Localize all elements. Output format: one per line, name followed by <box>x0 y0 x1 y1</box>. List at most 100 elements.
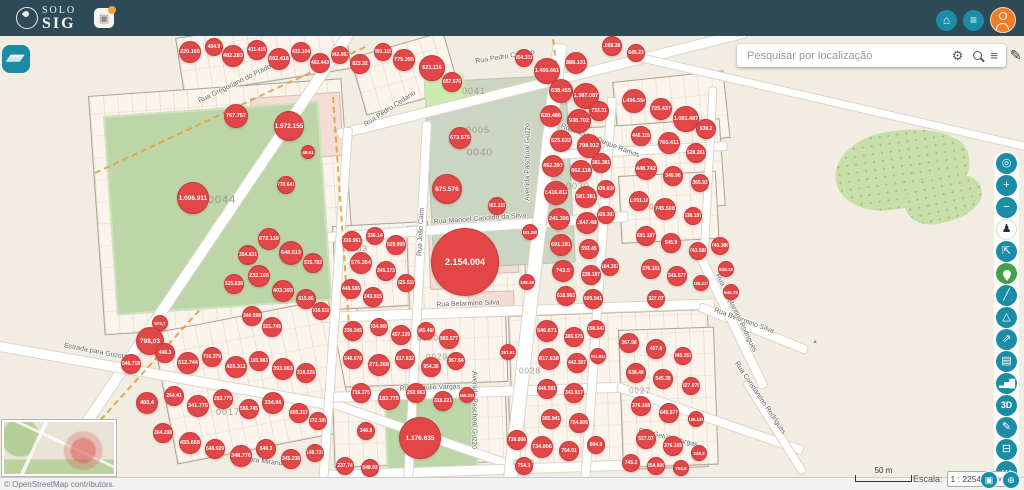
parcel-value-marker[interactable]: 725.437 <box>650 98 672 120</box>
parcel-value-marker[interactable]: 232.165 <box>248 265 270 287</box>
parcel-value-marker[interactable]: 342.953 <box>331 46 349 64</box>
parcel-value-marker[interactable]: 316.961 <box>342 231 362 251</box>
parcel-value-marker[interactable]: 283.775 <box>213 389 233 409</box>
parcel-value-marker[interactable]: 545.9 <box>661 233 681 253</box>
parcel-value-marker[interactable]: 448.581 <box>537 379 557 399</box>
parcel-value-marker[interactable]: 521.745 <box>262 317 282 337</box>
parcel-value-marker[interactable]: 448.3 <box>155 343 175 363</box>
parcel-value-marker[interactable]: 334.96 <box>262 392 284 414</box>
parcel-value-marker[interactable]: 775.395 <box>393 49 415 71</box>
parcel-value-marker[interactable]: 298.641 <box>587 320 605 338</box>
parcel-value-marker[interactable]: 529.999 <box>386 235 406 255</box>
parcel-value-marker[interactable]: 346.598 <box>242 306 262 326</box>
edit-document-button[interactable]: ▤ <box>996 351 1017 372</box>
parcel-value-marker[interactable]: 1.647.488 <box>576 212 598 234</box>
parcel-value-marker[interactable]: 645.577 <box>659 403 679 423</box>
parcel-value-marker[interactable]: 435.121 <box>693 275 709 291</box>
street-view-button[interactable]: ♟ <box>996 219 1017 240</box>
parcel-value-marker[interactable]: 264.41 <box>164 386 184 406</box>
parcel-value-marker[interactable]: 271.368 <box>368 354 390 376</box>
user-avatar-button[interactable] <box>990 7 1016 33</box>
parcel-value-marker[interactable]: 318.221 <box>433 391 453 411</box>
view-3d-button[interactable]: 3D <box>996 395 1017 416</box>
globe-button[interactable]: ⊕ <box>1002 471 1020 489</box>
parcel-value-marker[interactable]: 602.416 <box>268 48 290 70</box>
parcel-value-marker[interactable]: 548.513 <box>301 145 315 159</box>
parcel-value-marker[interactable]: 364.298 <box>153 423 173 443</box>
parcel-value-marker[interactable]: 546.671 <box>536 320 558 342</box>
parcel-value-marker[interactable]: 605.541 <box>583 289 603 309</box>
fullscreen-button[interactable]: ⇱ <box>996 241 1017 262</box>
parcel-value-marker[interactable]: 291.911 <box>590 348 606 364</box>
parcel-value-marker[interactable]: 393.983 <box>272 358 294 380</box>
parcel-value-marker[interactable]: 327.075 <box>682 377 700 395</box>
parcel-value-marker[interactable]: 1.176.635 <box>399 417 441 459</box>
parcel-value-marker[interactable]: 1.091.18 <box>629 191 649 211</box>
parcel-value-marker[interactable]: 325.519 <box>397 274 415 292</box>
parcel-value-marker[interactable]: 237.74 <box>336 457 354 475</box>
parcel-value-marker[interactable]: 354.311 <box>515 49 533 67</box>
analytics-button[interactable]: ▂▅█ <box>996 373 1017 394</box>
pencil-icon[interactable]: ✎ <box>1010 47 1022 64</box>
parcel-value-marker[interactable]: 345.238 <box>281 449 301 469</box>
gps-locate-button[interactable]: ◎ <box>996 153 1017 174</box>
search-input[interactable] <box>745 49 944 63</box>
parcel-value-marker[interactable]: 148.737 <box>306 444 324 462</box>
parcel-value-marker[interactable]: 1.572.155 <box>274 111 304 141</box>
parcel-value-marker[interactable]: 346.8 <box>357 422 375 440</box>
parcel-value-marker[interactable]: 381.381 <box>591 153 611 173</box>
parcel-value-marker[interactable]: 691.187 <box>636 226 656 246</box>
parcel-value-marker[interactable]: 618.963 <box>556 286 576 306</box>
basemap-button[interactable]: ▣ <box>980 471 998 489</box>
parcel-value-marker[interactable]: 527.07 <box>636 429 656 449</box>
parcel-value-marker[interactable]: 754.91 <box>559 441 579 461</box>
map-canvas[interactable]: 0044004000050041004700390036000300300029… <box>0 0 1024 490</box>
parcel-value-marker[interactable]: 817.632 <box>395 349 415 369</box>
parcel-value-marker[interactable]: 662.118 <box>570 160 592 182</box>
print-button[interactable]: ⊟ <box>996 439 1017 460</box>
parcel-value-marker[interactable]: 164.353 <box>601 258 619 276</box>
parcel-value-marker[interactable]: 272.199 <box>309 412 327 430</box>
parcel-value-marker[interactable]: 291.91 <box>500 344 516 360</box>
parcel-value-marker[interactable]: 743.588 <box>689 242 707 260</box>
gear-icon[interactable]: ⚙ <box>952 49 964 62</box>
parcel-value-marker[interactable]: 581.381 <box>575 186 597 208</box>
parcel-value-marker[interactable]: 548.3 <box>256 439 276 459</box>
parcel-value-marker[interactable]: 928.303 <box>597 206 615 224</box>
parcel-value-marker[interactable]: 545.466 <box>417 322 435 340</box>
app-badge-icon[interactable]: ▣ <box>94 8 114 28</box>
parcel-value-marker[interactable]: 248.3 <box>691 445 707 461</box>
parcel-value-marker[interactable]: 938.702 <box>567 109 591 133</box>
parcel-value-marker[interactable]: 411.415 <box>247 40 267 60</box>
parcel-value-marker[interactable]: 745.508 <box>654 198 676 220</box>
parcel-value-marker[interactable]: 545.35 <box>653 369 673 389</box>
parcel-value-marker[interactable]: 425.311 <box>225 356 247 378</box>
parcel-value-marker[interactable]: 365.575 <box>564 327 584 347</box>
layers-button[interactable] <box>2 45 30 73</box>
search-icon[interactable] <box>973 51 982 60</box>
parcel-value-marker[interactable]: 754.806 <box>569 413 589 433</box>
parcel-value-marker[interactable]: 743.5 <box>552 260 574 282</box>
parcel-value-marker[interactable]: 954.35 <box>421 357 441 377</box>
parcel-value-marker[interactable]: 716.379 <box>202 347 222 367</box>
parcel-value-marker[interactable]: 376.168 <box>631 396 651 416</box>
parcel-value-marker[interactable]: 817.638 <box>538 348 560 370</box>
parcel-value-marker[interactable]: 438.836 <box>597 180 615 198</box>
parcel-value-marker[interactable]: 545.75 <box>723 284 739 300</box>
parcel-value-marker[interactable]: 672.139 <box>258 228 280 250</box>
parcel-value-marker[interactable]: 241.396 <box>548 208 570 230</box>
parcel-value-marker[interactable]: 376.161 <box>641 259 661 279</box>
area-tools-button[interactable]: △ <box>996 307 1017 328</box>
parcel-value-marker[interactable]: 620.486 <box>540 105 562 127</box>
parcel-value-marker[interactable]: 691.181 <box>550 234 572 256</box>
parcel-value-marker[interactable]: 348.776 <box>230 445 252 467</box>
parcel-value-marker[interactable]: 638.19 <box>718 261 734 277</box>
parcel-value-marker[interactable]: 745.388 <box>711 237 729 255</box>
zoom-in-button[interactable]: + <box>996 175 1017 196</box>
parcel-value-marker[interactable]: 1.096.911 <box>177 182 209 214</box>
parcel-value-marker[interactable]: 448.742 <box>635 158 657 180</box>
parcel-value-marker[interactable]: 334.968 <box>370 318 388 336</box>
export-button[interactable]: ⇗ <box>996 329 1017 350</box>
parcel-value-marker[interactable]: 402.443 <box>310 53 330 73</box>
menu-button[interactable]: ≡ <box>963 10 984 31</box>
